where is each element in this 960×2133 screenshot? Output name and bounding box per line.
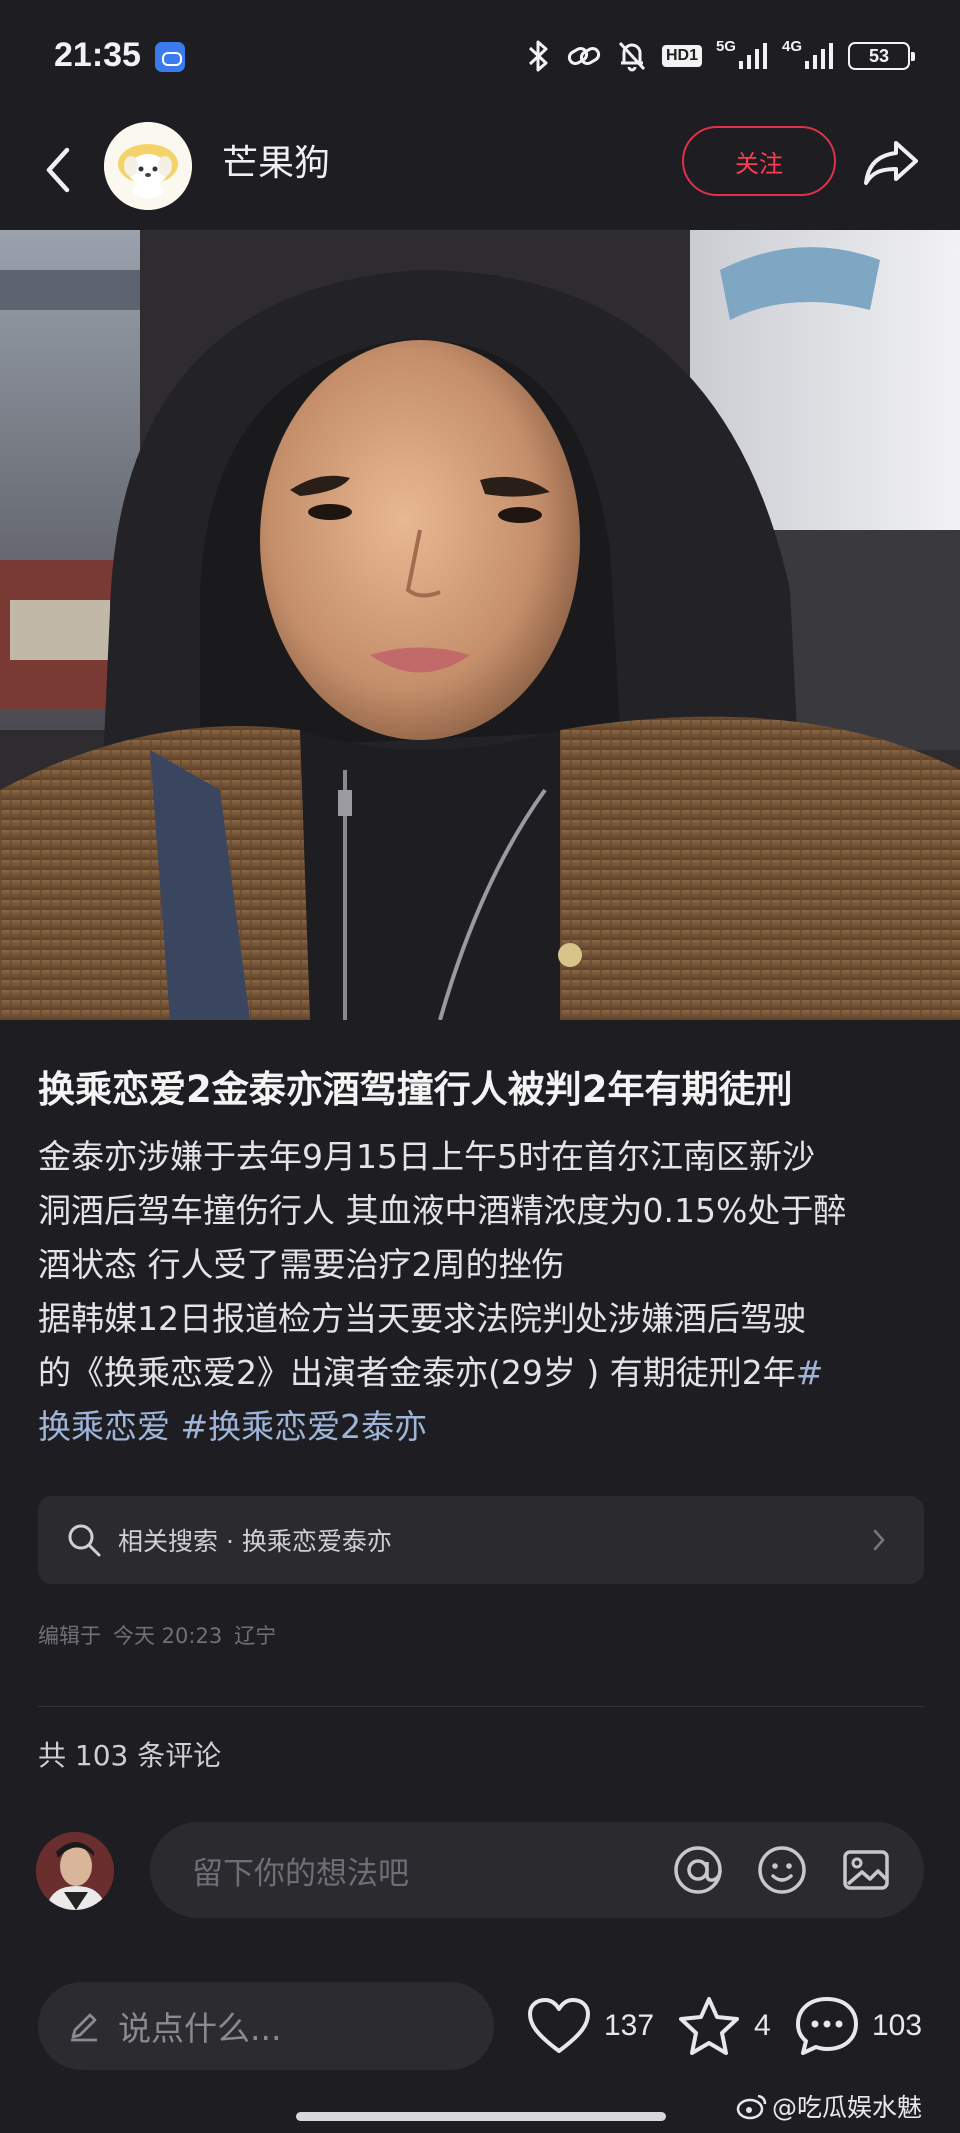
back-button[interactable] [28, 135, 88, 205]
post-body-line: 洞酒后驾车撞伤行人 其血液中酒精浓度为0.15%处于醉 [38, 1191, 847, 1230]
author-avatar[interactable] [104, 122, 192, 210]
like-button[interactable]: 137 [526, 1990, 654, 2062]
mute-bell-icon [616, 38, 648, 74]
share-arrow-icon [864, 141, 918, 185]
star-button[interactable]: 4 [676, 1990, 771, 2062]
edit-time: 今天 20:23 [113, 1624, 223, 1648]
nav-bar: 芒果狗 关注 [0, 110, 960, 230]
comment-bubble-icon [796, 1997, 858, 2055]
comments-button[interactable]: 103 [794, 1990, 922, 2062]
mention-at-icon[interactable] [668, 1840, 728, 1900]
signal-4g: 4G [782, 38, 834, 74]
share-button[interactable] [858, 132, 924, 192]
related-search-label: 相关搜索 · 换乘恋爱泰亦 [118, 1527, 392, 1556]
post-title: 换乘恋爱2金泰亦酒驾撞行人被判2年有期徒刑 [38, 1068, 793, 1111]
post-body-line: 据韩媒12日报道检方当天要求法院判处涉嫌酒后驾驶 [38, 1299, 806, 1338]
author-name[interactable]: 芒果狗 [222, 134, 330, 194]
bottom-comment-input[interactable]: 说点什么... [38, 1982, 494, 2070]
watermark-text: @吃瓜娱水魅 [772, 2093, 923, 2122]
related-search-bar[interactable]: 相关搜索 · 换乘恋爱泰亦 [38, 1496, 924, 1584]
user-avatar[interactable] [36, 1832, 114, 1910]
signal-5g: 5G [716, 38, 768, 74]
weibo-icon [736, 2094, 767, 2120]
hashtag-prefix[interactable]: # [796, 1353, 824, 1392]
edit-location: 辽宁 [234, 1624, 277, 1648]
net-4g-label: 4G [781, 38, 802, 55]
edit-info: 编辑于 今天 20:23 辽宁 [38, 1620, 276, 1650]
post-photo[interactable] [0, 230, 960, 1020]
bottom-input-placeholder: 说点什么... [118, 2009, 282, 2048]
post-body-line: 酒状态 行人受了需要治疗2周的挫伤 [38, 1245, 565, 1284]
status-bar: 21:35 HD1 5G 4G 53 [0, 0, 960, 110]
link-icon [566, 38, 602, 74]
battery-indicator: 53 [848, 42, 915, 70]
chevron-left-icon [46, 147, 70, 193]
pencil-icon [64, 2006, 104, 2046]
comment-count: 共 103 条评论 [38, 1739, 222, 1772]
status-time: 21:35 [54, 36, 141, 74]
heart-icon [528, 1998, 590, 2053]
emoji-icon[interactable] [752, 1840, 812, 1900]
image-icon[interactable] [836, 1840, 896, 1900]
post-body-line-with-hashtag: 的《换乘恋爱2》出演者金泰亦(29岁 ) 有期徒刑2年# [38, 1346, 938, 1400]
home-indicator[interactable] [296, 2112, 666, 2121]
post-body-line: 的《换乘恋爱2》出演者金泰亦(29岁 ) 有期徒刑2年 [38, 1353, 796, 1392]
comment-input-placeholder: 留下你的想法吧 [192, 1855, 409, 1892]
edit-prefix: 编辑于 [38, 1624, 101, 1648]
bluetooth-icon [526, 38, 552, 74]
follow-button[interactable]: 关注 [682, 126, 836, 196]
star-count: 4 [754, 2009, 771, 2042]
net-5g-label: 5G [715, 38, 736, 55]
selfie-photo-image [0, 230, 960, 1020]
watermark: @吃瓜娱水魅 [736, 2088, 922, 2124]
comment-input[interactable]: 留下你的想法吧 [150, 1822, 924, 1918]
hashtag-link[interactable]: 换乘恋爱 [38, 1407, 170, 1446]
app-notification-icon [155, 42, 185, 72]
chevron-right-icon [872, 1525, 892, 1555]
status-icons: HD1 5G 4G 53 [526, 36, 915, 76]
post-body: 金泰亦涉嫌于去年9月15日上午5时在首尔江南区新沙 洞酒后驾车撞伤行人 其血液中… [38, 1130, 938, 1454]
like-count: 137 [604, 2009, 655, 2042]
comments-count: 103 [872, 2009, 923, 2042]
search-icon [64, 1520, 104, 1560]
hd-badge: HD1 [661, 45, 702, 67]
divider [38, 1706, 924, 1707]
post-body-line: 金泰亦涉嫌于去年9月15日上午5时在首尔江南区新沙 [38, 1137, 815, 1176]
star-icon [679, 1997, 739, 2055]
hashtag-link[interactable]: #换乘恋爱2泰亦 [181, 1407, 428, 1446]
hashtag-line: 换乘恋爱 #换乘恋爱2泰亦 [38, 1400, 938, 1454]
